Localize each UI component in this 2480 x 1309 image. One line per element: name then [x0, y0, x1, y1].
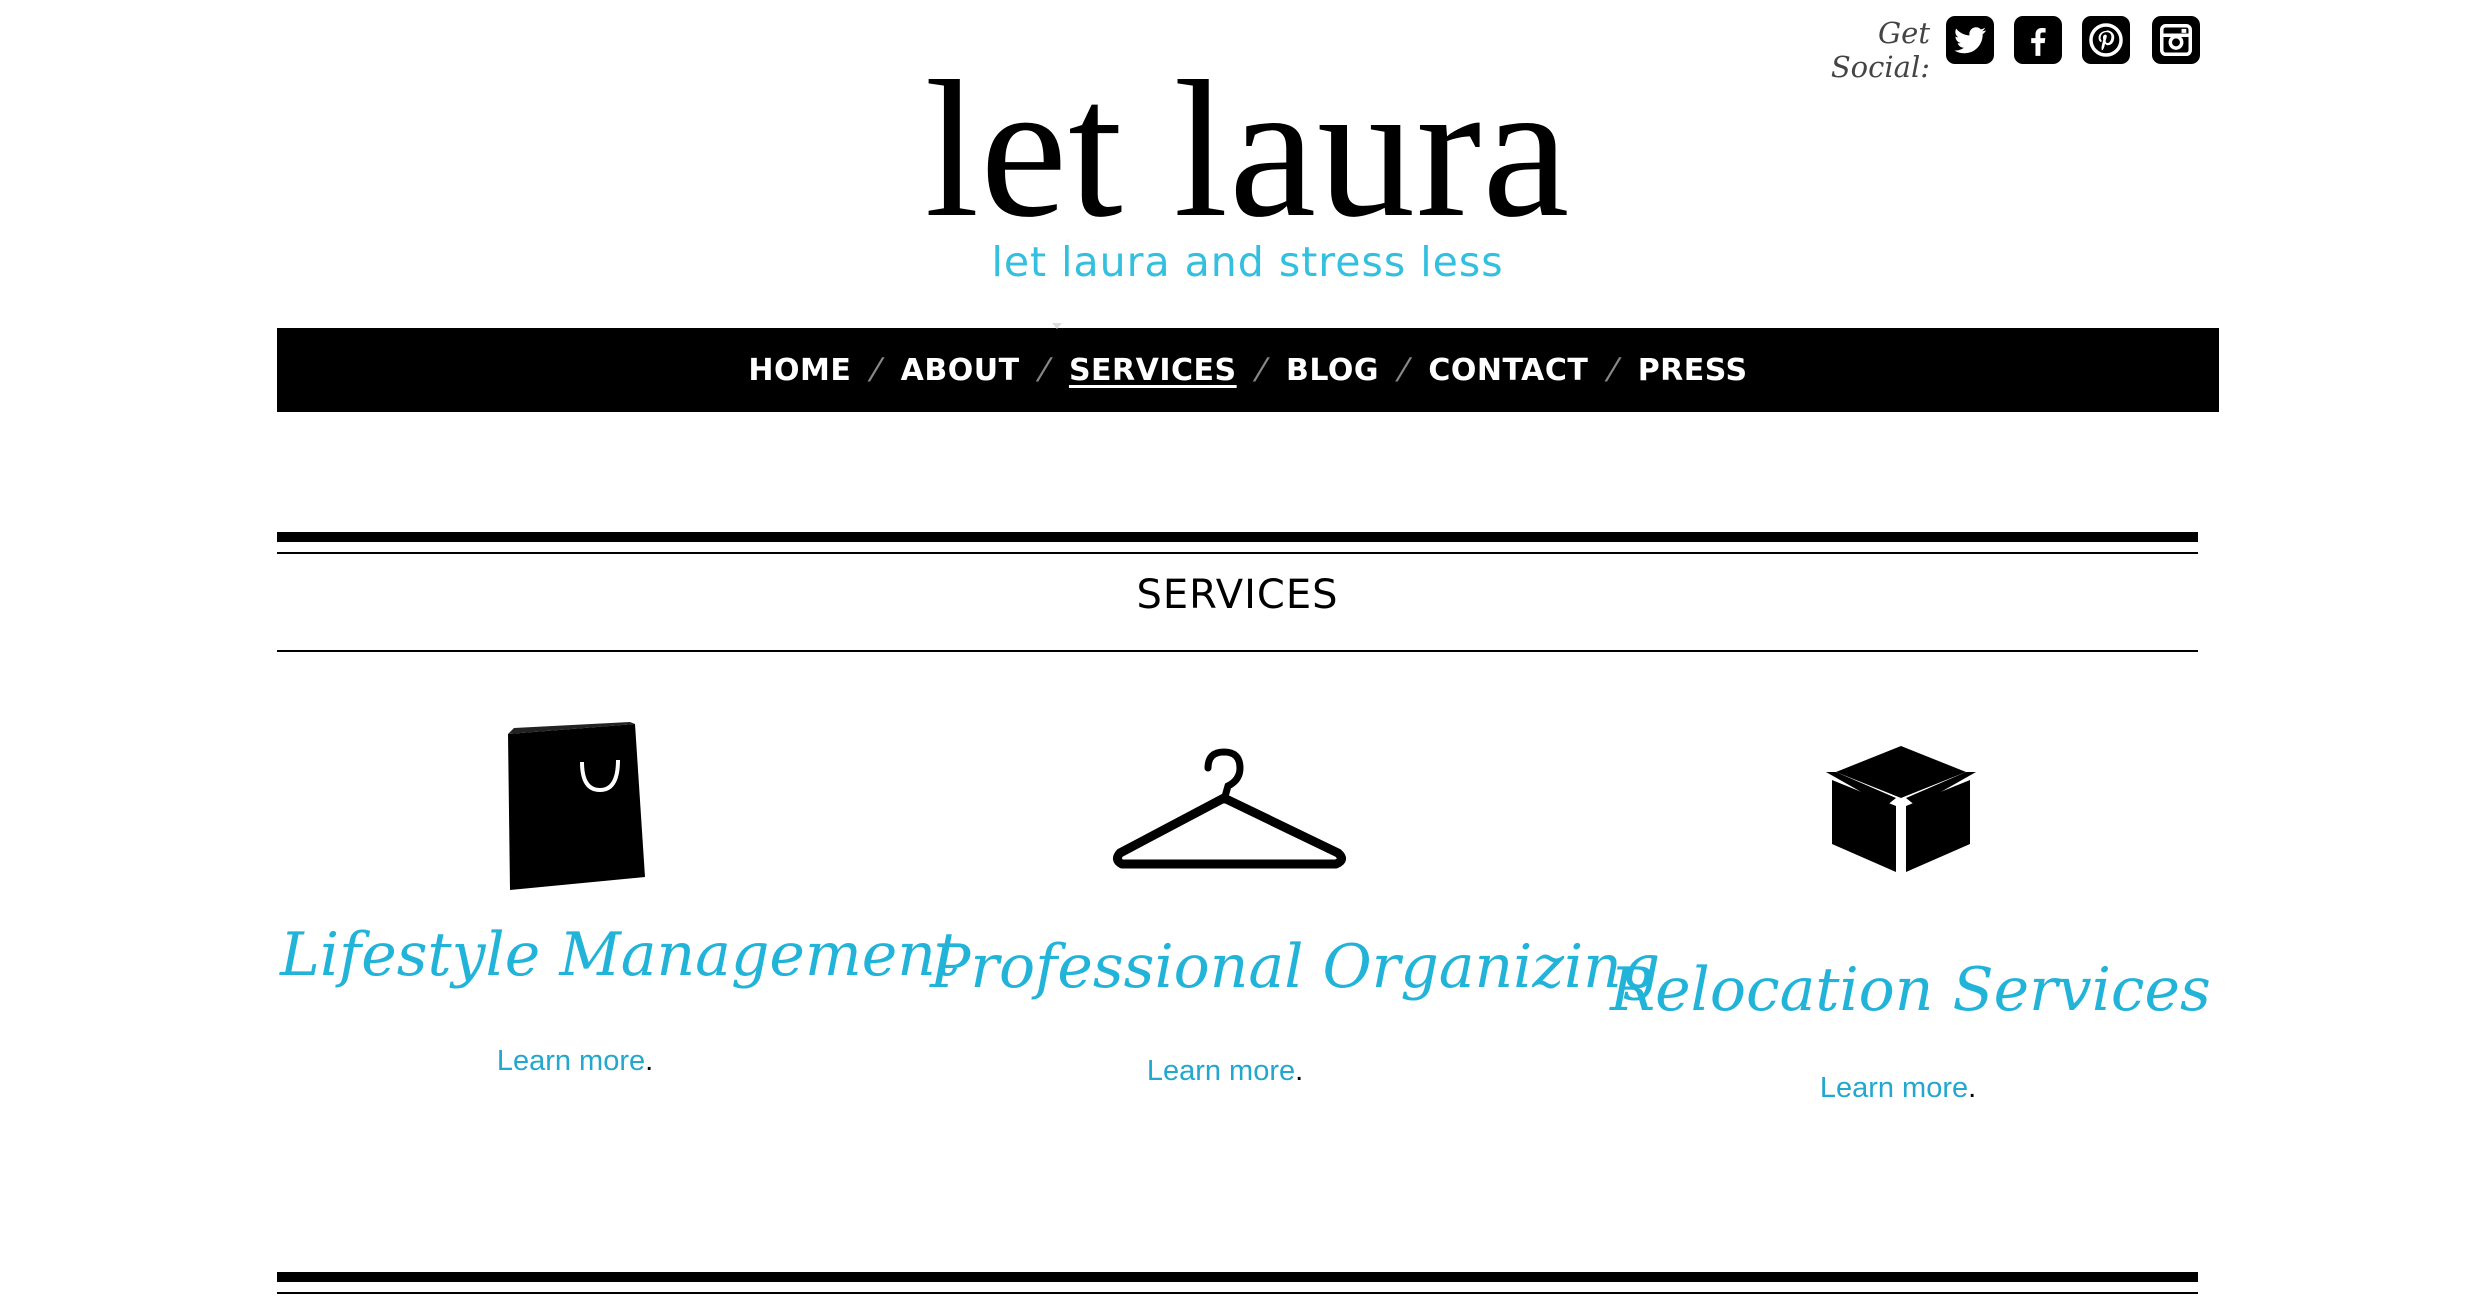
service-title: Relocation Services [1610, 955, 2211, 1025]
nav-separator: ⁄ [1258, 351, 1264, 389]
nav-separator: ⁄ [1041, 351, 1047, 389]
pinterest-icon[interactable] [2082, 16, 2130, 64]
facebook-icon[interactable] [2014, 16, 2062, 64]
hanger-icon [1110, 748, 1350, 873]
learn-more-link-text[interactable]: Learn more [497, 1045, 645, 1077]
link-suffix: . [1295, 1055, 1304, 1087]
learn-more-link: Learn more. [1075, 1055, 1375, 1088]
nav-item-blog[interactable]: BLOG [1286, 353, 1379, 388]
service-title: Lifestyle Management [280, 920, 961, 990]
nav-item-press[interactable]: PRESS [1638, 353, 1748, 388]
instagram-icon[interactable] [2152, 16, 2200, 64]
service-title: Professional Organizing [930, 932, 1661, 1002]
twitter-icon[interactable] [1946, 16, 1994, 64]
nav-separator: ⁄ [1610, 351, 1616, 389]
social-label: Get Social: [1830, 16, 1930, 84]
divider-thin [277, 650, 2198, 652]
divider-thick [277, 1272, 2198, 1282]
main-nav: HOME ⁄ ABOUT ⁄ SERVICES ⁄ BLOG ⁄ CONTACT… [277, 322, 2219, 412]
section-title: SERVICES [1136, 572, 1339, 618]
nav-item-home[interactable]: HOME [748, 353, 851, 388]
divider-thick [277, 532, 2198, 542]
shopping-bag-icon [500, 722, 650, 892]
divider-thin [277, 552, 2198, 554]
nav-item-contact[interactable]: CONTACT [1428, 353, 1588, 388]
nav-item-services[interactable]: SERVICES [1069, 353, 1237, 388]
dropdown-caret-icon [1051, 322, 1062, 329]
link-suffix: . [645, 1045, 654, 1077]
nav-separator: ⁄ [1401, 351, 1407, 389]
logo-name: let laura [924, 41, 1571, 258]
learn-more-link: Learn more. [1748, 1072, 2048, 1105]
divider-thin [277, 1292, 2198, 1294]
link-suffix: . [1968, 1072, 1977, 1104]
learn-more-link: Learn more. [425, 1045, 725, 1078]
site-logo[interactable]: let laura let laura and stress less [880, 41, 1615, 290]
nav-separator: ⁄ [873, 351, 879, 389]
learn-more-link-text[interactable]: Learn more [1820, 1072, 1968, 1104]
nav-item-services-wrap: SERVICES [1051, 322, 1237, 388]
nav-item-about[interactable]: ABOUT [901, 353, 1020, 388]
box-icon [1826, 744, 1976, 874]
learn-more-link-text[interactable]: Learn more [1147, 1055, 1295, 1087]
